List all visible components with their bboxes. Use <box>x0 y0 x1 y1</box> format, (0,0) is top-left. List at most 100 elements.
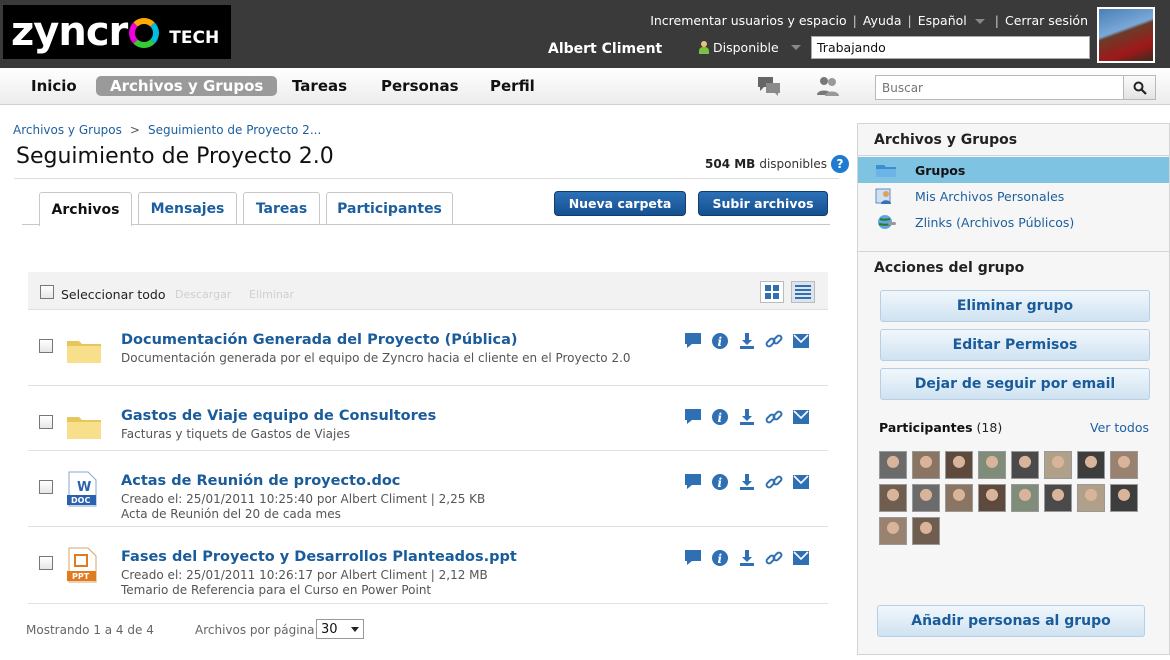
participant-avatar[interactable] <box>879 484 907 512</box>
breadcrumb-archivos[interactable]: Archivos y Grupos <box>13 123 122 137</box>
search-input[interactable] <box>876 76 1122 99</box>
increase-space-link[interactable]: Incrementar usuarios y espacio <box>650 13 846 28</box>
folder-icon[interactable] <box>66 412 102 443</box>
link-icon[interactable] <box>764 407 784 427</box>
file-row-checkbox[interactable] <box>39 415 53 429</box>
file-description: Creado el: 25/01/2011 10:26:17 por Alber… <box>121 568 488 582</box>
link-icon[interactable] <box>764 331 784 351</box>
list-view-button[interactable] <box>791 281 815 303</box>
tab-tareas[interactable]: Tareas <box>243 192 320 225</box>
info-icon[interactable]: i <box>710 548 730 568</box>
file-description: Documentación generada por el equipo de … <box>121 351 631 365</box>
participant-avatar[interactable] <box>1110 451 1138 479</box>
email-icon[interactable] <box>791 407 811 427</box>
file-note: Temario de Referencia para el Curso en P… <box>121 583 432 597</box>
select-all-checkbox[interactable] <box>40 285 54 299</box>
participant-avatar[interactable] <box>1110 484 1138 512</box>
comment-icon[interactable] <box>683 331 703 351</box>
sidebar-item-grupos[interactable]: Grupos <box>858 157 1169 183</box>
edit-permissions-button[interactable]: Editar Permisos <box>880 329 1150 361</box>
tab-archivos[interactable]: Archivos <box>39 192 132 226</box>
logout-link[interactable]: Cerrar sesión <box>1005 13 1088 28</box>
nav-archivos-y-grupos[interactable]: Archivos y Grupos <box>96 76 278 96</box>
participant-avatar[interactable] <box>912 517 940 545</box>
sidebar-item-personal-files[interactable]: Mis Archivos Personales <box>858 183 1169 209</box>
space-available: 504 MB disponibles ? <box>705 155 850 173</box>
participant-avatar[interactable] <box>1011 484 1039 512</box>
user-avatar[interactable] <box>1097 7 1155 63</box>
sidebar-item-zlinks[interactable]: Zlinks (Archivos Públicos) <box>858 209 1169 235</box>
participant-avatar[interactable] <box>978 484 1006 512</box>
search-button[interactable] <box>1123 76 1155 99</box>
participant-avatar[interactable] <box>912 451 940 479</box>
nav-inicio[interactable]: Inicio <box>17 76 91 96</box>
delete-group-button[interactable]: Eliminar grupo <box>880 290 1150 322</box>
file-title-link[interactable]: Fases del Proyecto y Desarrollos Plantea… <box>121 549 517 565</box>
svg-text:DOC: DOC <box>71 496 90 505</box>
file-title-link[interactable]: Actas de Reunión de proyecto.doc <box>121 473 400 489</box>
file-note: Acta de Reunión del 20 de cada mes <box>121 507 341 521</box>
breadcrumb-current[interactable]: Seguimiento de Proyecto 2... <box>148 123 321 137</box>
link-icon[interactable] <box>764 548 784 568</box>
tab-mensajes[interactable]: Mensajes <box>138 192 237 225</box>
personal-files-icon <box>875 188 891 204</box>
user-name[interactable]: Albert Climent <box>548 41 662 57</box>
download-icon[interactable] <box>737 472 757 492</box>
participant-avatar[interactable] <box>879 451 907 479</box>
svg-text:i: i <box>718 335 723 349</box>
file-title-link[interactable]: Documentación Generada del Proyecto (Púb… <box>121 332 518 348</box>
ppt-file-icon[interactable]: PPT <box>66 547 98 586</box>
zyncro-logo[interactable]: zyncr TECH <box>3 5 231 59</box>
participant-avatar[interactable] <box>945 484 973 512</box>
participant-avatar[interactable] <box>1044 484 1072 512</box>
participant-avatar[interactable] <box>912 484 940 512</box>
help-icon[interactable]: ? <box>831 155 850 173</box>
info-icon[interactable]: i <box>710 407 730 427</box>
nav-personas[interactable]: Personas <box>367 76 473 96</box>
email-icon[interactable] <box>791 331 811 351</box>
participant-avatar[interactable] <box>1044 451 1072 479</box>
participant-avatar[interactable] <box>1077 484 1105 512</box>
download-icon[interactable] <box>737 331 757 351</box>
comment-icon[interactable] <box>683 472 703 492</box>
email-icon[interactable] <box>791 472 811 492</box>
email-icon[interactable] <box>791 548 811 568</box>
file-actions: i <box>683 548 811 568</box>
status-selector[interactable]: Disponible <box>698 40 805 55</box>
see-all-participants-link[interactable]: Ver todos <box>1090 420 1149 435</box>
new-folder-button[interactable]: Nueva carpeta <box>554 191 686 216</box>
download-icon[interactable] <box>737 548 757 568</box>
status-message-input[interactable]: Trabajando <box>811 36 1090 59</box>
link-icon[interactable] <box>764 472 784 492</box>
participant-avatar[interactable] <box>879 517 907 545</box>
upload-files-button[interactable]: Subir archivos <box>698 191 828 216</box>
tab-participantes[interactable]: Participantes <box>326 192 453 225</box>
unfollow-email-button[interactable]: Dejar de seguir por email <box>880 368 1150 400</box>
language-selector[interactable]: Español <box>918 13 989 28</box>
people-icon[interactable] <box>815 75 841 97</box>
info-icon[interactable]: i <box>710 331 730 351</box>
comment-icon[interactable] <box>683 407 703 427</box>
chat-icon[interactable] <box>756 75 782 97</box>
nav-perfil[interactable]: Perfil <box>476 76 549 96</box>
file-row-checkbox[interactable] <box>39 480 53 494</box>
participant-avatar[interactable] <box>978 451 1006 479</box>
participant-avatar[interactable] <box>945 451 973 479</box>
file-row-checkbox[interactable] <box>39 556 53 570</box>
comment-icon[interactable] <box>683 548 703 568</box>
nav-tareas[interactable]: Tareas <box>278 76 361 96</box>
help-link[interactable]: Ayuda <box>863 13 902 28</box>
folder-icon[interactable] <box>66 336 102 367</box>
doc-file-icon[interactable]: W DOC <box>66 471 98 510</box>
participant-avatar[interactable] <box>1077 451 1105 479</box>
per-page-select[interactable]: 30 <box>316 619 364 639</box>
info-icon[interactable]: i <box>710 472 730 492</box>
select-all-label[interactable]: Seleccionar todo <box>61 287 165 302</box>
add-people-button[interactable]: Añadir personas al grupo <box>877 605 1145 637</box>
participant-avatar[interactable] <box>1011 451 1039 479</box>
file-title-link[interactable]: Gastos de Viaje equipo de Consultores <box>121 408 436 424</box>
file-row-checkbox[interactable] <box>39 339 53 353</box>
grid-view-button[interactable] <box>760 281 784 303</box>
download-icon[interactable] <box>737 407 757 427</box>
public-links-icon <box>878 215 896 229</box>
